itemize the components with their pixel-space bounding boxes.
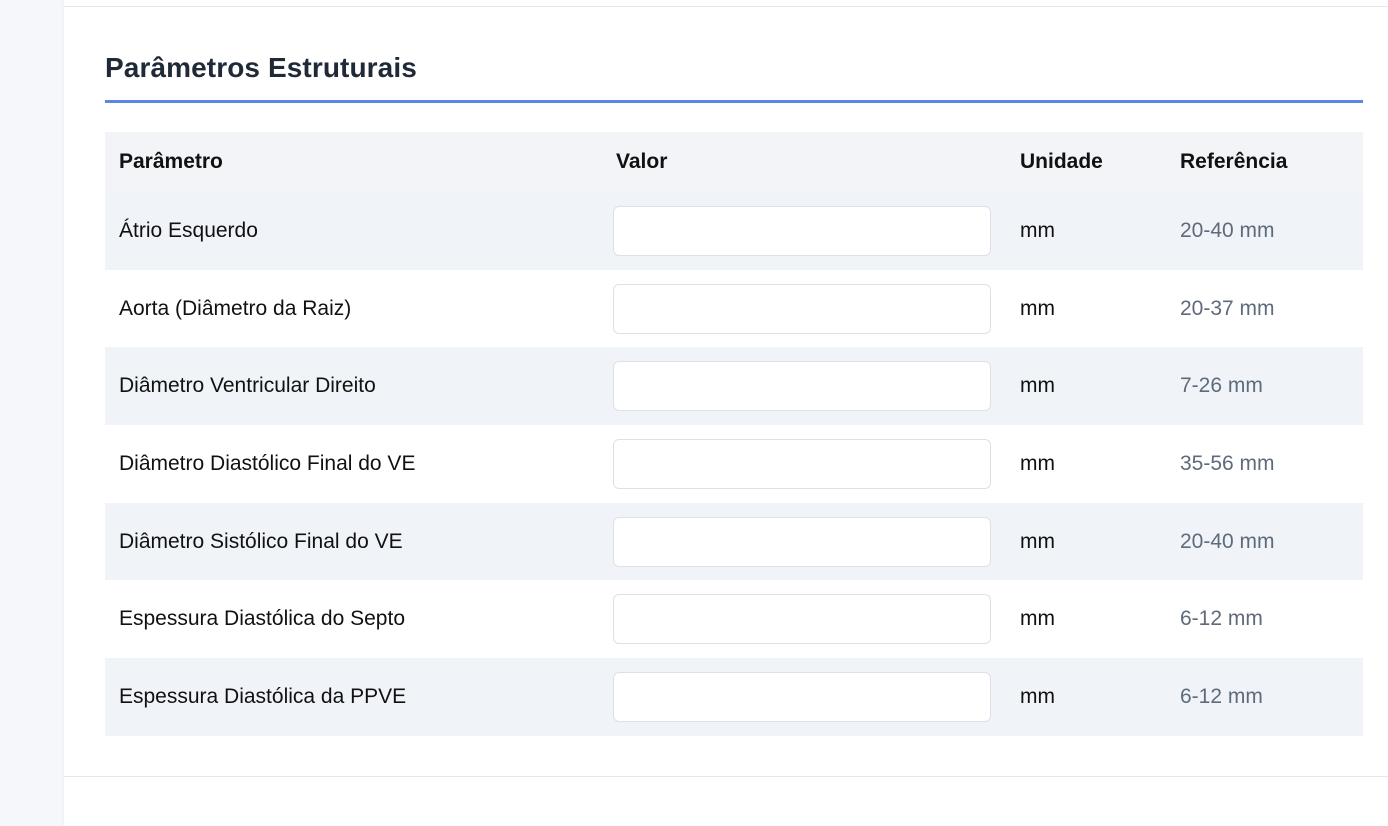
value-input-septo[interactable]: [613, 594, 991, 645]
reference-range: 20-40 mm: [1166, 502, 1363, 581]
value-input-ppve[interactable]: [613, 671, 991, 722]
table-row: Diâmetro Sistólico Final do VE mm 20-40 …: [105, 502, 1363, 581]
table-row: Diâmetro Ventricular Direito mm 7-26 mm: [105, 347, 1363, 426]
parameter-name: Diâmetro Diastólico Final do VE: [105, 425, 602, 503]
value-cell: [602, 502, 1006, 581]
unit: mm: [1006, 658, 1166, 736]
reference-range: 20-40 mm: [1166, 192, 1363, 270]
value-input-ventricular-direito[interactable]: [613, 361, 991, 412]
value-input-diastolico-final-ve[interactable]: [613, 438, 991, 489]
table-header-row: Parâmetro Valor Unidade Referência: [105, 132, 1363, 192]
value-cell: [602, 192, 1006, 270]
section-title: Parâmetros Estruturais: [105, 52, 417, 83]
unit: mm: [1006, 425, 1166, 503]
top-divider: [64, 6, 1388, 7]
page: Parâmetros Estruturais Parâmetro Valor U…: [0, 0, 1388, 826]
parameter-name: Diâmetro Sistólico Final do VE: [105, 502, 602, 581]
left-gutter: [0, 0, 64, 826]
value-cell: [602, 580, 1006, 659]
value-cell: [602, 269, 1006, 348]
header-referencia: Referência: [1166, 132, 1363, 192]
reference-range: 6-12 mm: [1166, 580, 1363, 659]
value-input-sistolico-final-ve[interactable]: [613, 516, 991, 567]
reference-range: 20-37 mm: [1166, 269, 1363, 348]
bottom-divider: [64, 776, 1388, 777]
parameter-name: Espessura Diastólica do Septo: [105, 580, 602, 659]
unit: mm: [1006, 192, 1166, 270]
parameter-name: Aorta (Diâmetro da Raiz): [105, 269, 602, 348]
header-valor: Valor: [602, 132, 1006, 192]
table-row: Aorta (Diâmetro da Raiz) mm 20-37 mm: [105, 269, 1363, 348]
value-cell: [602, 658, 1006, 736]
parameter-name: Diâmetro Ventricular Direito: [105, 347, 602, 426]
table-row: Diâmetro Diastólico Final do VE mm 35-56…: [105, 425, 1363, 503]
unit: mm: [1006, 269, 1166, 348]
unit: mm: [1006, 580, 1166, 659]
unit: mm: [1006, 347, 1166, 426]
value-input-aorta[interactable]: [613, 283, 991, 334]
value-input-atrio-esquerdo[interactable]: [613, 205, 991, 256]
unit: mm: [1006, 502, 1166, 581]
value-cell: [602, 347, 1006, 426]
reference-range: 6-12 mm: [1166, 658, 1363, 736]
parameter-name: Átrio Esquerdo: [105, 192, 602, 270]
section-title-underline: [105, 100, 1363, 103]
structural-parameters-card: Parâmetros Estruturais Parâmetro Valor U…: [64, 0, 1388, 826]
parameter-name: Espessura Diastólica da PPVE: [105, 658, 602, 736]
header-parametro: Parâmetro: [105, 132, 602, 192]
parameters-table: Parâmetro Valor Unidade Referência Átrio…: [105, 132, 1363, 736]
table-row: Espessura Diastólica do Septo mm 6-12 mm: [105, 580, 1363, 659]
table-row: Átrio Esquerdo mm 20-40 mm: [105, 192, 1363, 270]
reference-range: 7-26 mm: [1166, 347, 1363, 426]
table-row: Espessura Diastólica da PPVE mm 6-12 mm: [105, 658, 1363, 736]
reference-range: 35-56 mm: [1166, 425, 1363, 503]
value-cell: [602, 425, 1006, 503]
header-unidade: Unidade: [1006, 132, 1166, 192]
